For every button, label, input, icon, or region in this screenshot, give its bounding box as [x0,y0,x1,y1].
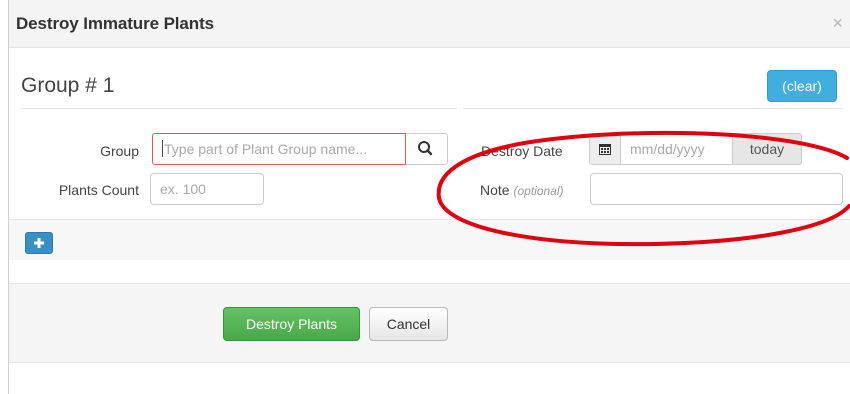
calendar-button[interactable] [589,133,621,165]
today-button[interactable]: today [732,133,802,165]
group-search-input[interactable]: Type part of Plant Group name... [152,133,406,165]
group-placeholder: Type part of Plant Group name... [164,141,368,157]
search-icon [418,141,433,156]
clear-button[interactable]: (clear) [767,70,837,102]
modal-header: Destroy Immature Plants × [9,0,850,48]
text-caret [162,140,163,157]
divider [463,108,843,109]
note-label-text: Note [480,182,510,198]
note-input[interactable] [590,173,843,205]
destroy-date-label: Destroy Date [481,143,563,159]
group-panel: Group # 1 (clear) Group Type part of Pla… [9,48,850,260]
destroy-immature-plants-modal: Destroy Immature Plants × Group # 1 (cle… [8,0,850,394]
note-label: Note (optional) [480,182,564,198]
note-optional-hint: (optional) [513,184,564,198]
calendar-icon [599,144,611,155]
group-label: Group [100,143,139,159]
group-title: Group # 1 [21,74,115,97]
divider [21,108,457,109]
add-group-strip [9,220,850,260]
plants-count-label: Plants Count [58,182,139,198]
close-icon[interactable]: × [832,14,843,32]
add-group-button[interactable] [25,232,53,254]
destroy-date-input[interactable]: mm/dd/yyyy [620,133,733,165]
plants-count-input[interactable]: ex. 100 [150,173,264,205]
destroy-plants-button[interactable]: Destroy Plants [223,307,360,341]
plus-icon [34,238,44,248]
modal-footer: Destroy Plants Cancel [9,283,850,363]
search-button[interactable] [406,133,448,165]
modal-title: Destroy Immature Plants [16,14,214,33]
cancel-button[interactable]: Cancel [369,307,448,341]
